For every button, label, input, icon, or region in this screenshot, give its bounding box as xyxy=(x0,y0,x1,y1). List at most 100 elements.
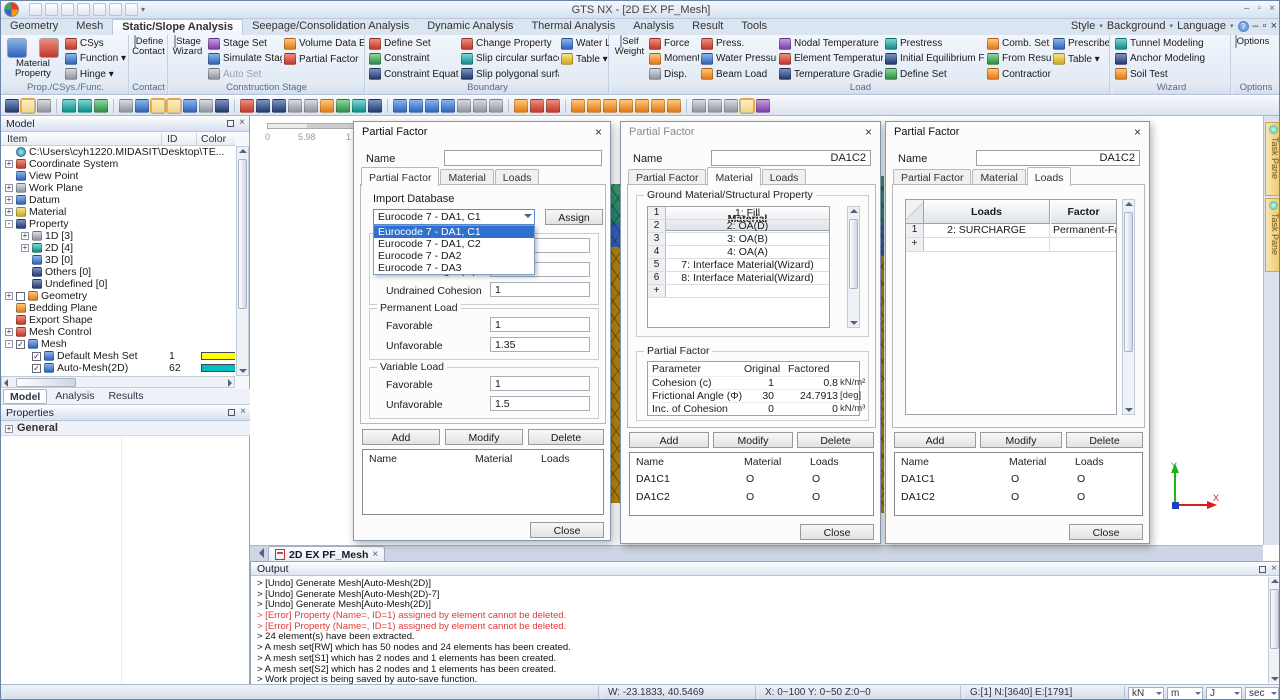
list-row[interactable]: DA1C1 O O xyxy=(630,473,873,489)
unfavorable-input[interactable]: 1.5 xyxy=(490,396,590,411)
task-pane-tab[interactable]: Task Pane xyxy=(1265,122,1280,196)
toolbar-icon[interactable] xyxy=(708,99,722,113)
ribbon-tab[interactable]: Dynamic Analysis xyxy=(418,19,522,35)
add-button[interactable]: Add xyxy=(894,432,976,448)
toolbar-icon[interactable] xyxy=(256,99,270,113)
output-scrollbar[interactable] xyxy=(1268,577,1280,683)
ribbon-item-prescribed-strain[interactable]: Prescribed strain xyxy=(1051,36,1109,52)
toolbar-icon[interactable] xyxy=(457,99,471,113)
toolbar-icon[interactable] xyxy=(119,99,133,113)
scroll-down-icon[interactable] xyxy=(239,369,247,373)
panel-tab[interactable]: Analysis xyxy=(49,389,100,404)
tree-expander[interactable]: + xyxy=(5,208,13,216)
toolbar-icon[interactable] xyxy=(489,99,503,113)
material-row[interactable]: 22: OA(D) xyxy=(648,220,829,233)
table-scrollbar[interactable] xyxy=(1122,199,1135,415)
pin-icon[interactable] xyxy=(1259,566,1266,573)
tree-checkbox[interactable] xyxy=(16,292,25,301)
toolbar-icon[interactable] xyxy=(151,99,165,113)
toolbar-icon[interactable] xyxy=(56,99,57,113)
assign-button[interactable]: Assign xyxy=(545,209,603,225)
add-button[interactable]: Add xyxy=(629,432,709,448)
toolbar-icon[interactable] xyxy=(304,99,318,113)
style-menu[interactable]: Style xyxy=(1071,20,1095,32)
tree-expander[interactable] xyxy=(21,268,29,276)
toolbar-icon[interactable] xyxy=(21,99,35,113)
loads-table[interactable]: Loads Factor 1 2: SURCHARGE Permanent-Fa… xyxy=(905,199,1117,415)
toolbar-icon[interactable] xyxy=(288,99,302,113)
material-table[interactable]: Material 11: Fill 22: OA(D) 33: OA(B) 44… xyxy=(647,206,830,328)
toolbar-icon[interactable] xyxy=(508,99,509,113)
unit-force-select[interactable]: kN xyxy=(1128,687,1164,700)
material-row[interactable]: 33: OA(B) xyxy=(648,233,829,246)
tree-expander[interactable]: + xyxy=(5,328,13,336)
list-row[interactable]: DA1C2 O O xyxy=(630,491,873,507)
toolbar-icon[interactable] xyxy=(113,99,114,113)
toolbar-icon[interactable] xyxy=(135,99,149,113)
close-button[interactable]: Close xyxy=(800,524,874,540)
scroll-up-icon[interactable] xyxy=(850,209,858,213)
ribbon-item-press[interactable]: Press. xyxy=(699,36,777,51)
name-input[interactable] xyxy=(444,150,602,166)
expand-icon[interactable]: + xyxy=(5,425,13,433)
tree-item[interactable]: Export Shape xyxy=(1,314,235,326)
language-menu[interactable]: Language xyxy=(1177,20,1226,32)
ribbon-item-water-level[interactable]: Water Level xyxy=(559,36,609,52)
tree-checkbox[interactable] xyxy=(32,352,41,361)
material-row[interactable]: 68: Interface Material(Wizard) xyxy=(648,272,829,285)
dropdown-option[interactable]: Eurocode 7 - DA1, C2 xyxy=(374,238,534,250)
task-pane-tab[interactable]: Task Pane xyxy=(1265,198,1280,272)
dropdown-option[interactable]: Eurocode 7 - DA1, C1 xyxy=(374,226,534,238)
tree-horizontal-scrollbar[interactable] xyxy=(1,376,235,388)
toolbar-icon[interactable] xyxy=(94,99,108,113)
toolbar-icon[interactable] xyxy=(425,99,439,113)
tree-item[interactable]: - Mesh xyxy=(1,338,235,350)
toolbar-icon[interactable] xyxy=(409,99,423,113)
close-icon[interactable]: × xyxy=(1134,125,1141,139)
scroll-up-icon[interactable] xyxy=(239,149,247,153)
table-scrollbar[interactable] xyxy=(847,206,860,328)
toolbar-icon[interactable] xyxy=(352,99,366,113)
toolbar-icon[interactable] xyxy=(619,99,633,113)
ribbon-item-temperature-gradient[interactable]: Temperature Gradient xyxy=(777,67,883,82)
scroll-up-icon[interactable] xyxy=(1125,202,1133,206)
ribbon-restore-icon[interactable]: ▫ xyxy=(1263,20,1267,32)
toolbar-icon[interactable] xyxy=(183,99,197,113)
restore-icon[interactable]: ▫ xyxy=(1258,3,1262,14)
close-icon[interactable]: × xyxy=(1269,3,1275,14)
tree-expander[interactable] xyxy=(5,172,13,180)
tree-item[interactable]: + Geometry xyxy=(1,290,235,302)
ribbon-item-prestress[interactable]: Prestress xyxy=(883,36,985,51)
name-input[interactable]: DA1C2 xyxy=(711,150,871,166)
tree-item[interactable]: + Material xyxy=(1,206,235,218)
ribbon-item-from-results[interactable]: From Results xyxy=(985,51,1051,66)
ribbon-item-beam-load[interactable]: Beam Load xyxy=(699,67,777,82)
ribbon-item-disp[interactable]: Disp. xyxy=(647,67,699,82)
pin-icon[interactable] xyxy=(228,409,235,416)
tree-item[interactable]: Undefined [0] xyxy=(1,278,235,290)
close-icon[interactable]: × xyxy=(1271,563,1277,574)
toolbar-icon[interactable] xyxy=(740,99,754,113)
scroll-down-icon[interactable] xyxy=(850,321,858,325)
ribbon-item-define-set[interactable]: Define Set xyxy=(367,36,459,51)
toolbar-icon[interactable] xyxy=(571,99,585,113)
ribbon-item-load-define-set[interactable]: Define Set xyxy=(883,67,985,82)
toolbar-icon[interactable] xyxy=(587,99,601,113)
delete-button[interactable]: Delete xyxy=(528,429,604,445)
toolbar-icon[interactable] xyxy=(473,99,487,113)
tree-expander[interactable] xyxy=(21,364,29,372)
ribbon-item-stage-set[interactable]: Stage Set xyxy=(206,36,282,51)
ribbon-tab[interactable]: Mesh xyxy=(67,19,112,35)
tree-expander[interactable] xyxy=(5,316,13,324)
ribbon-item-moment[interactable]: Moment xyxy=(647,51,699,66)
tab-nav-left-icon[interactable] xyxy=(254,548,264,558)
material-row[interactable]: 11: Fill xyxy=(648,207,829,220)
ribbon-item-simulate-stage[interactable]: Simulate Stage xyxy=(206,51,282,66)
tree-expander[interactable]: + xyxy=(5,196,13,204)
toolbar-icon[interactable] xyxy=(336,99,350,113)
factor-list[interactable]: Name Material Loads xyxy=(362,449,604,515)
toolbar-icon[interactable] xyxy=(62,99,76,113)
toolbar-icon[interactable] xyxy=(651,99,665,113)
ribbon-item-function[interactable]: Function ▾ xyxy=(63,51,128,66)
ribbon-item-table[interactable]: Table ▾ xyxy=(559,52,609,68)
